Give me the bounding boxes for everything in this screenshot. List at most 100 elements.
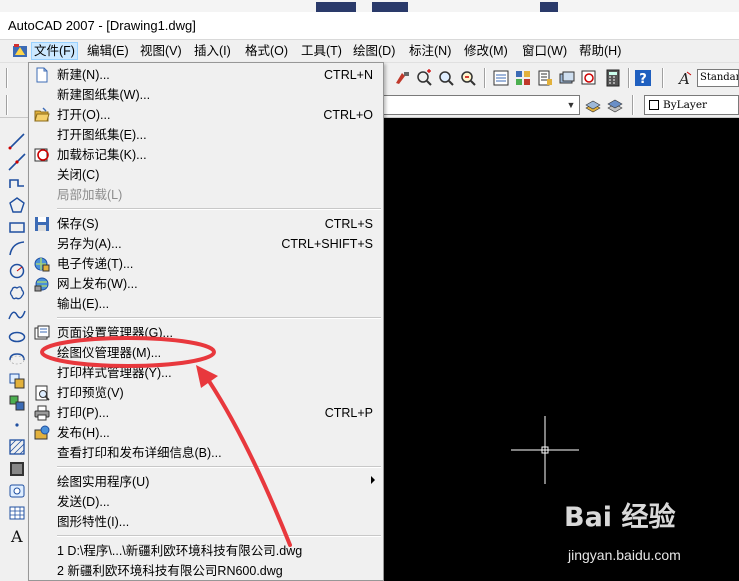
match-properties-icon[interactable] bbox=[393, 69, 411, 87]
autocad-app-icon[interactable] bbox=[12, 43, 28, 59]
menu-dimension[interactable]: 标注(N) bbox=[409, 43, 451, 59]
file-menu: 新建(N)... CTRL+N 新建图纸集(W)... 打开(O)... CTR… bbox=[28, 62, 384, 581]
construction-line-icon[interactable] bbox=[8, 153, 26, 171]
title-bar: AutoCAD 2007 - [Drawing1.dwg] bbox=[0, 12, 739, 40]
gradient-icon[interactable] bbox=[8, 460, 26, 478]
menu-separator bbox=[57, 317, 381, 319]
color-control[interactable]: ByLayer bbox=[644, 95, 739, 115]
baidu-watermark: Bai 经验 jingyan.baidu.com bbox=[560, 495, 735, 577]
publish-web-icon bbox=[34, 277, 49, 292]
menu-separator bbox=[57, 208, 381, 210]
revision-cloud-icon[interactable] bbox=[8, 284, 26, 302]
watermark-logo: Bai 经验 bbox=[564, 502, 676, 533]
pan-icon[interactable] bbox=[415, 69, 433, 87]
new-file-icon bbox=[36, 67, 48, 83]
menu-item-drawing-properties[interactable]: 图形特性(I)... bbox=[29, 512, 383, 532]
toolbar-separator bbox=[6, 68, 8, 88]
menu-item-drawing-utilities[interactable]: 绘图实用程序(U) bbox=[29, 472, 383, 492]
submenu-arrow-icon bbox=[371, 476, 375, 484]
menu-item-open-sheet-set[interactable]: 打开图纸集(E)... bbox=[29, 125, 383, 145]
publish-icon bbox=[34, 425, 50, 440]
menu-item-recent-file-2[interactable]: 2 新疆利欧环境科技有限公司RN600.dwg bbox=[29, 561, 383, 581]
hatch-icon[interactable] bbox=[8, 438, 26, 456]
layer-previous-icon[interactable] bbox=[606, 96, 624, 114]
text-style-icon[interactable]: A bbox=[675, 69, 693, 87]
menu-item-publish-web[interactable]: 网上发布(W)... bbox=[29, 274, 383, 294]
make-layer-current-icon[interactable] bbox=[584, 96, 602, 114]
menu-draw[interactable]: 绘图(D) bbox=[353, 43, 395, 59]
menu-edit[interactable]: 编辑(E) bbox=[87, 43, 129, 59]
menu-bar: 文件(F) 编辑(E) 视图(V) 插入(I) 格式(O) 工具(T) 绘图(D… bbox=[0, 40, 739, 62]
menu-format[interactable]: 格式(O) bbox=[245, 43, 288, 59]
properties-icon[interactable] bbox=[492, 69, 510, 87]
region-icon[interactable] bbox=[8, 482, 26, 500]
insert-block-icon[interactable] bbox=[8, 372, 26, 390]
menu-item-plotter-manager[interactable]: 绘图仪管理器(M)... bbox=[29, 343, 383, 363]
polygon-icon[interactable] bbox=[8, 196, 26, 214]
menu-file[interactable]: 文件(F) bbox=[31, 42, 78, 60]
toolbar-separator bbox=[632, 95, 634, 115]
calculator-icon[interactable] bbox=[604, 69, 622, 87]
toolbar-separator bbox=[662, 68, 664, 88]
menu-help[interactable]: 帮助(H) bbox=[579, 43, 621, 59]
print-preview-icon bbox=[35, 385, 50, 401]
menu-item-new-sheet-set[interactable]: 新建图纸集(W)... bbox=[29, 85, 383, 105]
save-icon bbox=[35, 217, 49, 231]
line-icon[interactable] bbox=[8, 132, 26, 150]
ellipse-icon[interactable] bbox=[8, 328, 26, 346]
menu-item-plot[interactable]: 打印(P)... CTRL+P bbox=[29, 403, 383, 423]
menu-item-etransmit[interactable]: 电子传递(T)... bbox=[29, 254, 383, 274]
print-icon bbox=[34, 405, 50, 421]
desktop-strip bbox=[0, 0, 739, 12]
menu-item-open[interactable]: 打开(O)... CTRL+O bbox=[29, 105, 383, 125]
menu-item-plot-preview[interactable]: 打印预览(V) bbox=[29, 383, 383, 403]
menu-item-page-setup-manager[interactable]: 页面设置管理器(G)... bbox=[29, 323, 383, 343]
menu-item-save-as[interactable]: 另存为(A)... CTRL+SHIFT+S bbox=[29, 234, 383, 254]
menu-tools[interactable]: 工具(T) bbox=[301, 43, 342, 59]
menu-item-plot-style-manager[interactable]: 打印样式管理器(Y)... bbox=[29, 363, 383, 383]
menu-item-send[interactable]: 发送(D)... bbox=[29, 492, 383, 512]
menu-item-publish[interactable]: 发布(H)... bbox=[29, 423, 383, 443]
etransmit-icon bbox=[34, 257, 50, 272]
menu-view[interactable]: 视图(V) bbox=[140, 43, 182, 59]
color-value: ByLayer bbox=[663, 99, 708, 111]
point-icon[interactable] bbox=[8, 416, 26, 434]
menu-item-partial-load: 局部加载(L) bbox=[57, 188, 123, 202]
table-icon[interactable] bbox=[8, 504, 26, 522]
zoom-previous-icon[interactable] bbox=[459, 69, 477, 87]
page-setup-icon bbox=[34, 325, 50, 340]
toolbar-separator bbox=[628, 68, 630, 88]
polyline-icon[interactable] bbox=[8, 174, 26, 192]
zoom-window-icon[interactable] bbox=[437, 69, 455, 87]
menu-item-export[interactable]: 输出(E)... bbox=[29, 294, 383, 314]
menu-item-recent-file-1[interactable]: 1 D:\程序\...\新疆利欧环境科技有限公司.dwg bbox=[29, 541, 383, 561]
layer-dropdown[interactable]: ▼ bbox=[382, 95, 580, 115]
menu-insert[interactable]: 插入(I) bbox=[194, 43, 231, 59]
menu-item-plot-publish-details[interactable]: 查看打印和发布详细信息(B)... bbox=[29, 443, 383, 463]
chevron-down-icon[interactable]: ▼ bbox=[565, 99, 577, 111]
help-icon[interactable]: ? bbox=[634, 69, 652, 87]
tool-palettes-icon[interactable] bbox=[536, 69, 554, 87]
text-style-combo[interactable]: Standar bbox=[697, 69, 739, 87]
menu-item-save[interactable]: 保存(S) CTRL+S bbox=[29, 214, 383, 234]
menu-item-close[interactable]: 关闭(C) bbox=[29, 165, 383, 185]
menu-modify[interactable]: 修改(M) bbox=[464, 43, 508, 59]
spline-icon[interactable] bbox=[8, 306, 26, 324]
color-swatch bbox=[649, 100, 659, 110]
svg-text:A: A bbox=[10, 527, 23, 544]
design-center-icon[interactable] bbox=[514, 69, 532, 87]
circle-icon[interactable] bbox=[8, 262, 26, 280]
menu-item-new[interactable]: 新建(N)... CTRL+N bbox=[29, 65, 383, 85]
sheet-set-icon[interactable] bbox=[558, 69, 576, 87]
rectangle-icon[interactable] bbox=[8, 218, 26, 236]
menu-window[interactable]: 窗口(W) bbox=[522, 43, 567, 59]
make-block-icon[interactable] bbox=[8, 394, 26, 412]
arc-icon[interactable] bbox=[8, 240, 26, 258]
ellipse-arc-icon[interactable] bbox=[8, 350, 26, 368]
markup-set-icon[interactable] bbox=[580, 69, 598, 87]
markup-icon bbox=[34, 148, 49, 162]
multiline-text-icon[interactable]: A bbox=[8, 526, 26, 544]
desktop-peek bbox=[372, 2, 408, 12]
menu-item-load-markup-set[interactable]: 加载标记集(K)... bbox=[29, 145, 383, 165]
menu-separator bbox=[57, 466, 381, 468]
